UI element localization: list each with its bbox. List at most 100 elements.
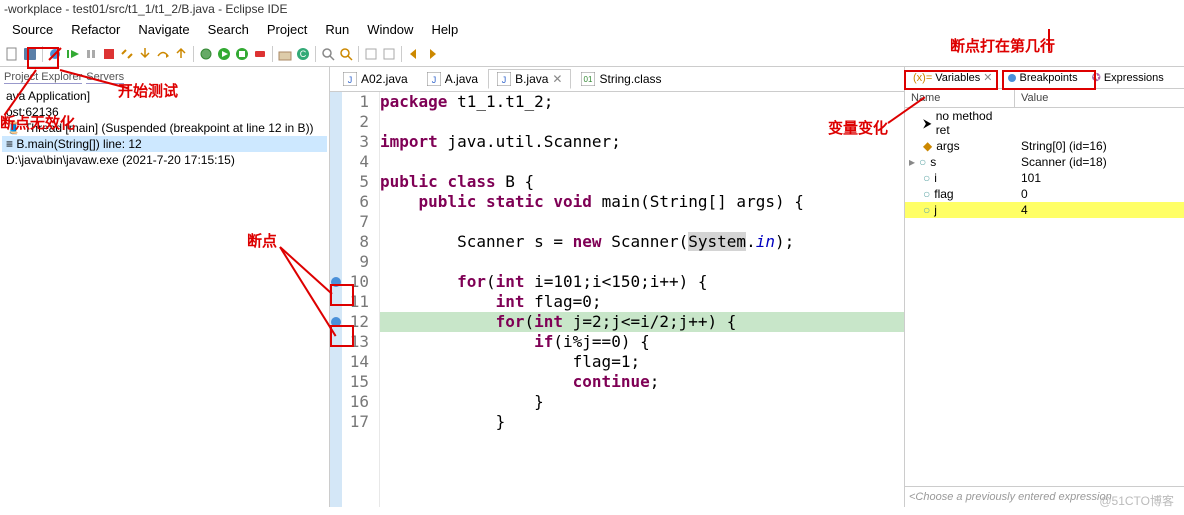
ext-tools-icon[interactable] — [252, 46, 268, 62]
code-line[interactable] — [380, 152, 904, 172]
line-number[interactable]: 5 — [330, 172, 375, 192]
left-pane: Project Explorer Servers ava Application… — [0, 67, 330, 507]
disconnect-icon[interactable] — [119, 46, 135, 62]
code-editor[interactable]: 1234567891011121314151617 package t1_1.t… — [330, 92, 904, 507]
coverage-icon[interactable] — [234, 46, 250, 62]
code-line[interactable]: public class B { — [380, 172, 904, 192]
line-number[interactable]: 16 — [330, 392, 375, 412]
debug-thread[interactable]: 🧵 Thread [main] (Suspended (breakpoint a… — [2, 120, 327, 136]
variable-row[interactable]: ○ flag0 — [905, 186, 1184, 202]
variable-row[interactable]: ○ j4 — [905, 202, 1184, 218]
variable-row[interactable]: ▸○ sScanner (id=18) — [905, 154, 1184, 170]
line-number[interactable]: 14 — [330, 352, 375, 372]
line-number[interactable]: 2 — [330, 112, 375, 132]
skip-breakpoints-icon[interactable] — [47, 46, 63, 62]
menu-window[interactable]: Window — [359, 20, 421, 39]
menu-search[interactable]: Search — [200, 20, 257, 39]
debug-app[interactable]: ava Application] — [2, 88, 327, 104]
line-number[interactable]: 9 — [330, 252, 375, 272]
code-line[interactable]: } — [380, 392, 904, 412]
code-line[interactable]: import java.util.Scanner; — [380, 132, 904, 152]
new-pkg-icon[interactable] — [277, 46, 293, 62]
line-number[interactable]: 6 — [330, 192, 375, 212]
editor-area: JA02.java JA.java JB.java ✕ 01String.cla… — [330, 67, 904, 507]
code-line[interactable]: Scanner s = new Scanner(System.in); — [380, 232, 904, 252]
open-type-icon[interactable] — [320, 46, 336, 62]
close-icon[interactable]: ✕ — [552, 72, 562, 86]
svg-text:C: C — [300, 49, 307, 59]
breakpoint-marker[interactable] — [331, 317, 341, 327]
variable-row[interactable]: ○ i101 — [905, 170, 1184, 186]
expand-icon[interactable]: ▸ — [909, 155, 915, 169]
code-line[interactable]: if(i%j==0) { — [380, 332, 904, 352]
expressions-tab[interactable]: ✪Expressions — [1086, 69, 1170, 86]
line-number[interactable]: 1 — [330, 92, 375, 112]
code-line[interactable]: for(int j=2;j<=i/2;j++) { — [380, 312, 904, 332]
line-number[interactable]: 11 — [330, 292, 375, 312]
variable-row[interactable]: ⮞ no method ret — [905, 108, 1184, 138]
resume-icon[interactable] — [65, 46, 81, 62]
debug-process[interactable]: D:\java\bin\javaw.exe (2021-7-20 17:15:1… — [2, 152, 327, 168]
code-line[interactable]: flag=1; — [380, 352, 904, 372]
step-into-icon[interactable] — [137, 46, 153, 62]
suspend-icon[interactable] — [83, 46, 99, 62]
new-class-icon[interactable]: C — [295, 46, 311, 62]
back-icon[interactable] — [406, 46, 422, 62]
tb-icon-2[interactable] — [381, 46, 397, 62]
menu-run[interactable]: Run — [317, 20, 357, 39]
menu-project[interactable]: Project — [259, 20, 315, 39]
code-line[interactable]: } — [380, 412, 904, 432]
debug-tabs: (x)=Variables ✕ Breakpoints ✪Expressions — [905, 67, 1184, 89]
variable-row[interactable]: ◆ argsString[0] (id=16) — [905, 138, 1184, 154]
svg-text:J: J — [431, 75, 436, 85]
debug-icon[interactable] — [198, 46, 214, 62]
debug-frame[interactable]: ≡ B.main(String[]) line: 12 — [2, 136, 327, 152]
class-file-icon: 01 — [581, 72, 595, 86]
breakpoint-marker[interactable] — [331, 277, 341, 287]
tab-b[interactable]: JB.java ✕ — [488, 69, 571, 89]
step-return-icon[interactable] — [173, 46, 189, 62]
close-icon[interactable]: ✕ — [983, 71, 992, 84]
code-line[interactable] — [380, 212, 904, 232]
line-number[interactable]: 8 — [330, 232, 375, 252]
new-icon[interactable] — [4, 46, 20, 62]
line-number[interactable]: 17 — [330, 412, 375, 432]
line-number[interactable]: 10 — [330, 272, 375, 292]
line-number[interactable]: 7 — [330, 212, 375, 232]
menu-help[interactable]: Help — [423, 20, 466, 39]
code-line[interactable]: continue; — [380, 372, 904, 392]
code-line[interactable] — [380, 252, 904, 272]
variables-icon: (x)= — [913, 72, 932, 84]
line-gutter[interactable]: 1234567891011121314151617 — [330, 92, 380, 507]
line-number[interactable]: 15 — [330, 372, 375, 392]
forward-icon[interactable] — [424, 46, 440, 62]
terminate-icon[interactable] — [101, 46, 117, 62]
step-over-icon[interactable] — [155, 46, 171, 62]
line-number[interactable]: 4 — [330, 152, 375, 172]
code-line[interactable]: package t1_1.t1_2; — [380, 92, 904, 112]
code-line[interactable]: int flag=0; — [380, 292, 904, 312]
save-icon[interactable] — [22, 46, 38, 62]
col-value[interactable]: Value — [1015, 89, 1184, 107]
run-icon[interactable] — [216, 46, 232, 62]
breakpoints-tab[interactable]: Breakpoints — [1001, 69, 1084, 86]
right-pane: (x)=Variables ✕ Breakpoints ✪Expressions… — [904, 67, 1184, 507]
tab-a[interactable]: JA.java — [418, 69, 487, 89]
window-title: -workplace - test01/src/t1_1/t1_2/B.java… — [0, 0, 1184, 18]
code-line[interactable] — [380, 112, 904, 132]
variables-tab[interactable]: (x)=Variables ✕ — [907, 69, 999, 86]
code-line[interactable]: for(int i=101;i<150;i++) { — [380, 272, 904, 292]
menu-navigate[interactable]: Navigate — [130, 20, 197, 39]
search-icon[interactable] — [338, 46, 354, 62]
debug-host[interactable]: ost:62136 — [2, 104, 327, 120]
line-number[interactable]: 12 — [330, 312, 375, 332]
code-body[interactable]: package t1_1.t1_2;import java.util.Scann… — [380, 92, 904, 507]
tb-icon-1[interactable] — [363, 46, 379, 62]
line-number[interactable]: 3 — [330, 132, 375, 152]
menu-refactor[interactable]: Refactor — [63, 20, 128, 39]
tab-a02[interactable]: JA02.java — [334, 69, 417, 89]
menu-source[interactable]: Source — [4, 20, 61, 39]
tab-string[interactable]: 01String.class — [572, 69, 670, 89]
code-line[interactable]: public static void main(String[] args) { — [380, 192, 904, 212]
svg-text:J: J — [502, 75, 507, 85]
